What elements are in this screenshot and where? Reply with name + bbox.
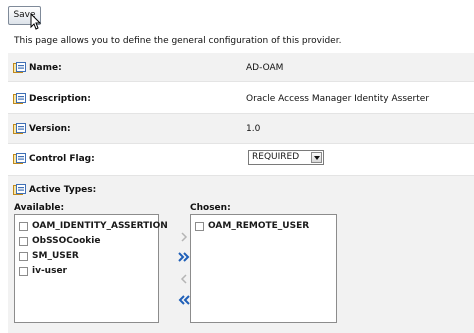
available-label: Available:	[14, 203, 65, 213]
control-flag-selected-value: REQUIRED	[252, 152, 300, 162]
field-info-icon	[13, 93, 26, 104]
checkbox[interactable]	[19, 266, 28, 276]
control-flag-label: Control Flag:	[13, 153, 95, 165]
control-flag-select[interactable]: REQUIRED	[248, 150, 324, 165]
version-label: Version:	[13, 123, 71, 135]
field-info-icon	[13, 184, 26, 195]
description-label: Description:	[13, 93, 91, 105]
chosen-list[interactable]: OAM_REMOTE_USER	[190, 214, 337, 323]
page-description: This page allows you to define the gener…	[14, 36, 342, 46]
active-types-row: Active Types: Available: Chosen: OAM_IDE…	[8, 176, 474, 333]
field-info-icon	[13, 153, 26, 164]
active-types-label: Active Types:	[13, 184, 96, 196]
active-types-label-text: Active Types:	[29, 185, 97, 195]
list-item-label: SM_USER	[32, 251, 79, 261]
name-label: Name:	[13, 62, 62, 74]
list-item[interactable]: SM_USER	[19, 251, 79, 261]
list-item-label: iv-user	[32, 266, 67, 276]
chosen-label: Chosen:	[190, 203, 231, 213]
available-list[interactable]: OAM_IDENTITY_ASSERTION ObSSOCookie SM_US…	[14, 214, 168, 323]
field-info-icon	[13, 62, 26, 73]
list-item[interactable]: OAM_REMOTE_USER	[195, 221, 309, 231]
version-label-text: Version:	[29, 124, 71, 134]
list-item[interactable]: iv-user	[19, 266, 67, 276]
move-all-left-icon[interactable]	[177, 294, 191, 306]
checkbox[interactable]	[19, 251, 28, 261]
mouse-cursor-icon	[30, 13, 42, 30]
version-row: Version: 1.0	[8, 114, 474, 144]
version-value: 1.0	[246, 124, 261, 134]
name-label-text: Name:	[29, 63, 62, 73]
checkbox[interactable]	[19, 221, 28, 231]
name-value: AD-OAM	[246, 63, 284, 73]
field-info-icon	[13, 123, 26, 134]
name-row: Name: AD-OAM	[8, 53, 474, 82]
list-item[interactable]: OAM_IDENTITY_ASSERTION	[19, 221, 168, 231]
list-item-label: OAM_IDENTITY_ASSERTION	[32, 221, 168, 231]
move-all-right-icon[interactable]	[177, 251, 191, 263]
move-left-icon[interactable]	[177, 273, 191, 285]
control-flag-label-text: Control Flag:	[29, 154, 95, 164]
description-value: Oracle Access Manager Identity Asserter	[246, 94, 430, 104]
description-row: Description: Oracle Access Manager Ident…	[8, 82, 474, 114]
checkbox[interactable]	[19, 236, 28, 246]
description-label-text: Description:	[29, 94, 91, 104]
checkbox[interactable]	[195, 221, 204, 231]
move-right-icon[interactable]	[177, 231, 191, 243]
list-item[interactable]: ObSSOCookie	[19, 236, 100, 246]
control-flag-row: Control Flag: REQUIRED	[8, 144, 474, 176]
list-item-label: OAM_REMOTE_USER	[208, 221, 310, 231]
chevron-down-icon[interactable]	[311, 152, 322, 163]
list-item-label: ObSSOCookie	[32, 236, 101, 246]
